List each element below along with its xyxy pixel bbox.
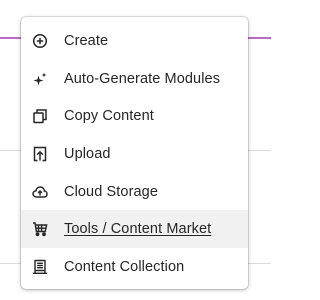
menu-item-label: Upload	[64, 145, 111, 162]
add-content-dropdown-menu: Create Auto-Generate Modules Copy Conten…	[21, 17, 248, 289]
cart-icon	[32, 221, 48, 237]
menu-item-label: Cloud Storage	[64, 183, 158, 200]
menu-item-label: Tools / Content Market	[64, 221, 212, 238]
content-collection-icon	[32, 259, 48, 275]
cloud-upload-icon	[32, 184, 48, 200]
menu-item-auto-generate-modules[interactable]: Auto-Generate Modules	[21, 60, 248, 98]
menu-item-copy-content[interactable]: Copy Content	[21, 97, 248, 135]
menu-item-tools-content-market[interactable]: Tools / Content Market	[21, 210, 248, 249]
copy-icon	[32, 108, 48, 124]
plus-circle-icon	[32, 33, 48, 49]
menu-item-upload[interactable]: Upload	[21, 135, 248, 173]
menu-item-label: Copy Content	[64, 108, 154, 125]
menu-item-create[interactable]: Create	[21, 22, 248, 60]
menu-item-label: Auto-Generate Modules	[64, 70, 221, 87]
menu-item-label: Create	[64, 32, 109, 49]
menu-item-content-collection[interactable]: Content Collection	[21, 248, 248, 286]
sparkle-icon	[32, 71, 48, 87]
menu-item-label: Content Collection	[64, 258, 185, 275]
upload-icon	[32, 146, 48, 162]
menu-item-cloud-storage[interactable]: Cloud Storage	[21, 173, 248, 211]
page-canvas: Create Auto-Generate Modules Copy Conten…	[0, 0, 271, 300]
